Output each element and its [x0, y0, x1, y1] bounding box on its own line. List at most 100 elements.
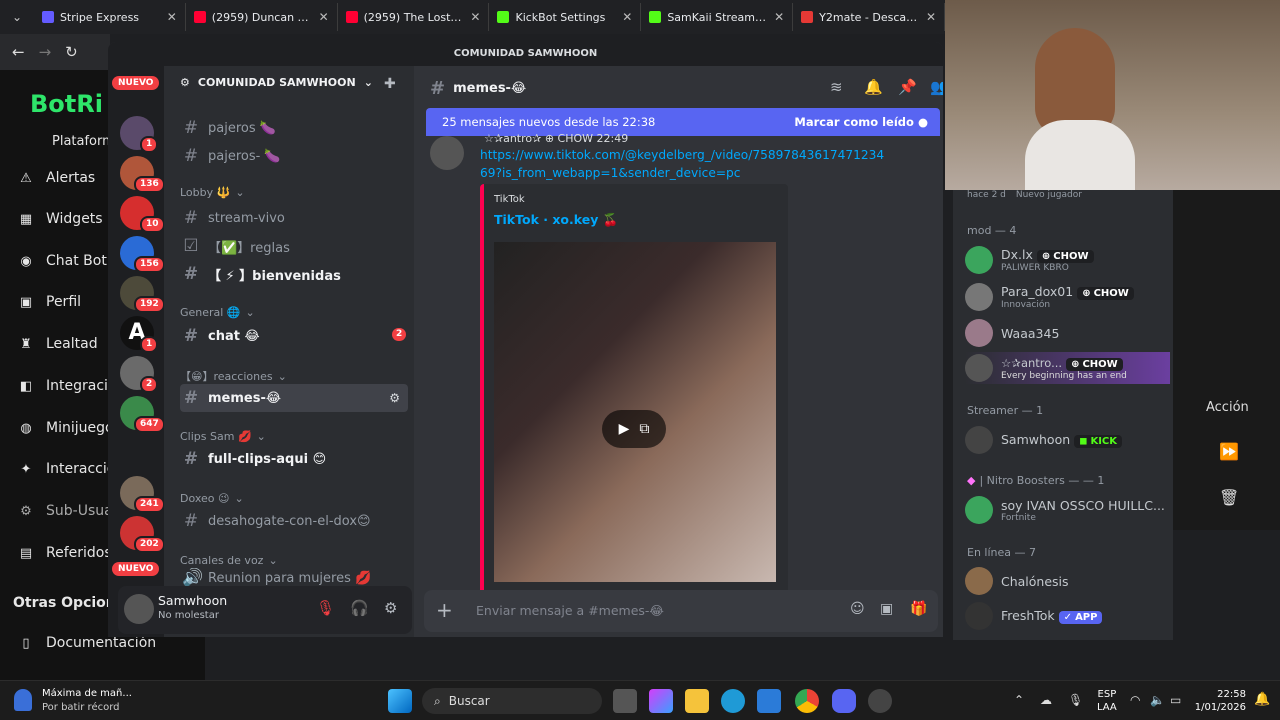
back-arrow-icon[interactable]: ← [12, 43, 25, 61]
video-controls[interactable]: ▶ ⧉ [602, 410, 666, 448]
taskbar-search[interactable]: ⌕ Buscar [422, 688, 602, 714]
browser-tab[interactable]: (2959) The Lost Soul✕ [338, 3, 490, 31]
avatar[interactable] [124, 594, 154, 624]
nav-perfil[interactable]: ▣ Perfil [18, 294, 81, 310]
embed-title[interactable]: TikTok · xo.key 🍒 [494, 212, 618, 228]
message-input[interactable]: Enviar mensaje a #memes-😂 [476, 603, 664, 618]
avatar[interactable] [430, 136, 464, 170]
clock[interactable]: 22:58 1/01/2026 [1190, 688, 1246, 714]
browser-tab[interactable]: SamKaii Stream - Wa✕ [641, 3, 794, 31]
close-icon[interactable]: ✕ [470, 10, 480, 24]
chrome-icon[interactable] [795, 689, 819, 713]
headphones-icon[interactable]: 🎧 [350, 599, 369, 617]
nav-integraciones[interactable]: ◧ Integracio [18, 378, 117, 394]
app-icon[interactable] [868, 689, 892, 713]
browser-tab[interactable]: Y2mate - Descargar ✕ [793, 3, 946, 31]
category-voz[interactable]: Canales de voz ⌄ [180, 554, 278, 567]
nav-interacciones[interactable]: ✦ Interacció [18, 461, 116, 477]
tray-chevron-icon[interactable]: ⌃ [1014, 693, 1024, 707]
add-attachment-icon[interactable]: + [436, 598, 453, 622]
tab-list-chevron-icon[interactable]: ⌄ [0, 10, 34, 24]
browser-tab[interactable]: (2959) Duncan Dhu ✕ [186, 3, 338, 31]
copilot-icon[interactable] [649, 689, 673, 713]
server-icon[interactable]: 647 [120, 396, 165, 433]
nav-documentacion[interactable]: ▯ Documentación [18, 635, 156, 651]
category-general[interactable]: General 🌐 ⌄ [180, 306, 255, 319]
nav-widgets[interactable]: ▦ Widgets [18, 211, 103, 227]
trash-icon[interactable]: 🗑 [1219, 488, 1239, 507]
browser-tab[interactable]: KickBot Settings ✕ [489, 3, 642, 31]
notification-bell-icon[interactable]: 🔔 [1254, 692, 1270, 707]
category-clips[interactable]: Clips Sam 💋 ⌄ [180, 430, 266, 443]
nav-lealtad[interactable]: ♜ Lealtad [18, 336, 97, 352]
external-link-icon[interactable]: ⧉ [639, 421, 649, 437]
nav-referidos[interactable]: ▤ Referidos [18, 545, 112, 561]
browser-tab[interactable]: Stripe Express ✕ [34, 3, 186, 31]
server-icon[interactable]: 241 [120, 476, 165, 513]
language-indicator[interactable]: ESP LAA [1097, 688, 1117, 714]
battery-icon[interactable]: ▭ [1170, 693, 1181, 707]
fast-forward-icon[interactable]: ⏩ [1219, 442, 1239, 461]
invite-people-icon[interactable]: ✚ [384, 76, 396, 92]
mute-mic-icon[interactable]: 🎙 [316, 599, 335, 617]
server-icon[interactable]: 2 [120, 356, 159, 393]
store-icon[interactable] [757, 689, 781, 713]
member-item[interactable]: Dx.lx ⊕ CHOW PALIWER KBRO [965, 244, 1170, 276]
server-icon[interactable]: 202 [120, 516, 165, 553]
wifi-icon[interactable]: ◠ [1130, 693, 1140, 707]
forward-arrow-icon[interactable]: → [39, 43, 52, 61]
member-item[interactable]: FreshTok ✓ APP [965, 600, 1170, 632]
category-lobby[interactable]: Lobby 🔱 ⌄ [180, 186, 245, 199]
member-item[interactable]: Samwhoon ◼ KICK [965, 424, 1170, 456]
channel-full-clips[interactable]: # full-clips-aqui 😊 [180, 445, 408, 473]
volume-icon[interactable]: 🔈 [1150, 693, 1165, 707]
members-icon[interactable]: 👥 [930, 78, 943, 96]
category-doxeo[interactable]: Doxeo 😉 ⌄ [180, 492, 244, 505]
settings-gear-icon[interactable]: ⚙ [384, 599, 397, 617]
channel-stream-vivo[interactable]: # stream-vivo [180, 204, 408, 232]
channel-bienvenidas[interactable]: # 【 ⚡ 】bienvenidas [180, 260, 408, 288]
server-icon[interactable]: 10 [120, 196, 165, 233]
server-icon[interactable]: 136 [120, 156, 165, 193]
member-item[interactable]: Waaa345 [965, 317, 1170, 349]
channel-pajeros[interactable]: # pajeros 🍆 [180, 114, 408, 142]
message-composer[interactable]: + Enviar mensaje a #memes-😂 ☺ ▣ 🎁 [424, 590, 938, 632]
voice-channel-reunion[interactable]: 🔊 Reunion para mujeres 💋 [180, 568, 408, 588]
server-header[interactable]: ⚙ COMUNIDAD SAMWHOON ⌄ [180, 76, 373, 89]
tray-mic-icon[interactable]: 🎙 [1068, 693, 1083, 707]
nav-alertas[interactable]: ⚠ Alertas [18, 170, 95, 186]
pin-icon[interactable]: 📌 [898, 78, 917, 96]
tray-cloud-icon[interactable]: ☁ [1040, 693, 1052, 707]
channel-desahogate[interactable]: # desahogate-con-el-dox😊 [180, 507, 408, 535]
category-reacciones[interactable]: 【😁】reacciones ⌄ [180, 368, 287, 384]
member-item[interactable]: Chalónesis [965, 565, 1170, 597]
nav-chat-bot[interactable]: ◉ Chat Bot [18, 253, 107, 269]
file-explorer-icon[interactable] [685, 689, 709, 713]
gift-icon[interactable]: 🎁 [910, 601, 927, 617]
close-icon[interactable]: ✕ [319, 10, 329, 24]
server-icon[interactable]: 192 [120, 276, 165, 313]
server-icon[interactable]: A1 [120, 316, 159, 353]
play-icon[interactable]: ▶ [619, 421, 630, 437]
channel-reglas[interactable]: ☑ 【✅】reglas [180, 232, 408, 260]
server-icon[interactable]: 1 [120, 116, 159, 153]
windows-start-icon[interactable] [388, 689, 412, 713]
member-item[interactable]: soy IVAN OSSCO HUILLC... Fortnite [965, 494, 1170, 526]
channel-memes[interactable]: # memes-😂 ⚙ [180, 384, 408, 412]
edge-icon[interactable] [721, 689, 745, 713]
discord-taskbar-icon[interactable] [832, 689, 856, 713]
close-icon[interactable]: ✕ [167, 10, 177, 24]
threads-icon[interactable]: ≋ [830, 78, 843, 96]
reload-icon[interactable]: ↻ [65, 43, 78, 61]
nav-minijuegos[interactable]: ◍ Minijuego [18, 420, 113, 436]
video-thumbnail[interactable]: ▶ ⧉ [494, 242, 776, 582]
channel-pajeros-2[interactable]: # pajeros- 🍆 [180, 142, 408, 170]
mark-as-read-button[interactable]: Marcar como leído ● [794, 115, 928, 129]
close-icon[interactable]: ✕ [622, 10, 632, 24]
channel-settings-icon[interactable]: ⚙ [389, 391, 400, 405]
server-icon[interactable]: 156 [120, 236, 165, 273]
close-icon[interactable]: ✕ [774, 10, 784, 24]
tiktok-link[interactable]: https://www.tiktok.com/@keydelberg_/vide… [480, 146, 890, 182]
member-item[interactable]: ☆✰antro... ⊕ CHOW Every beginning has an e… [965, 352, 1170, 384]
emoji-icon[interactable]: ☺ [850, 601, 865, 617]
